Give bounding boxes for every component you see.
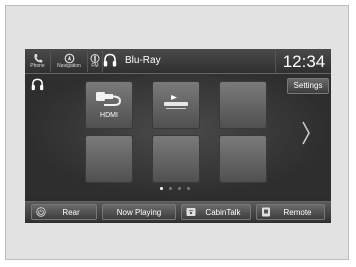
page-dot [178,187,181,190]
headphones-icon [31,78,44,96]
blu-ray-disc-icon [160,93,192,120]
phone-icon [25,51,50,63]
navigation-button-label: Navigation [57,63,81,69]
phone-button-label: Phone [30,63,45,69]
current-source-label: Blu-Ray [125,55,161,66]
navigation-icon [51,51,87,64]
headphones-icon [103,53,117,73]
top-bar: Phone Navigation FM Blu-Ray 12:34 [25,49,331,74]
rear-button[interactable]: Rear [31,204,97,220]
fm-radio-icon [88,51,102,63]
page-dot [187,187,190,190]
page-dot [169,187,172,190]
page-indicator [160,187,200,193]
remote-icon [261,207,271,222]
page-dot [160,187,163,190]
remote-button[interactable]: Remote [256,204,325,220]
tile-empty[interactable] [220,82,266,128]
now-playing-button[interactable]: Now Playing [102,204,176,220]
chevron-right-icon[interactable] [301,120,311,150]
cabintalk-button[interactable]: CabinTalk [181,204,251,220]
tile-hdmi[interactable]: HDMI [86,82,132,128]
clock: 12:34 [275,49,331,73]
tile-empty[interactable] [86,136,132,182]
main-panel: Settings HDMI [25,74,331,198]
remote-button-label: Remote [283,208,312,217]
bottom-bar: Rear Now Playing CabinTalk Remote [25,201,331,222]
power-icon [36,207,46,222]
navigation-button[interactable]: Navigation [51,50,88,72]
tile-empty[interactable] [153,136,199,182]
tile-empty[interactable] [220,136,266,182]
rear-button-label: Rear [62,208,80,217]
phone-button[interactable]: Phone [25,50,51,72]
hdmi-plug-icon [94,88,124,113]
settings-button[interactable]: Settings [287,78,329,94]
fm-button[interactable]: FM [88,50,103,72]
now-playing-button-label: Now Playing [116,208,162,217]
infotainment-screen: Phone Navigation FM Blu-Ray 12:34 Settin… [25,49,331,223]
cabintalk-icon [186,207,196,222]
cabintalk-button-label: CabinTalk [205,208,241,217]
tile-blu-ray[interactable] [153,82,199,128]
tile-hdmi-label: HDMI [100,112,118,119]
